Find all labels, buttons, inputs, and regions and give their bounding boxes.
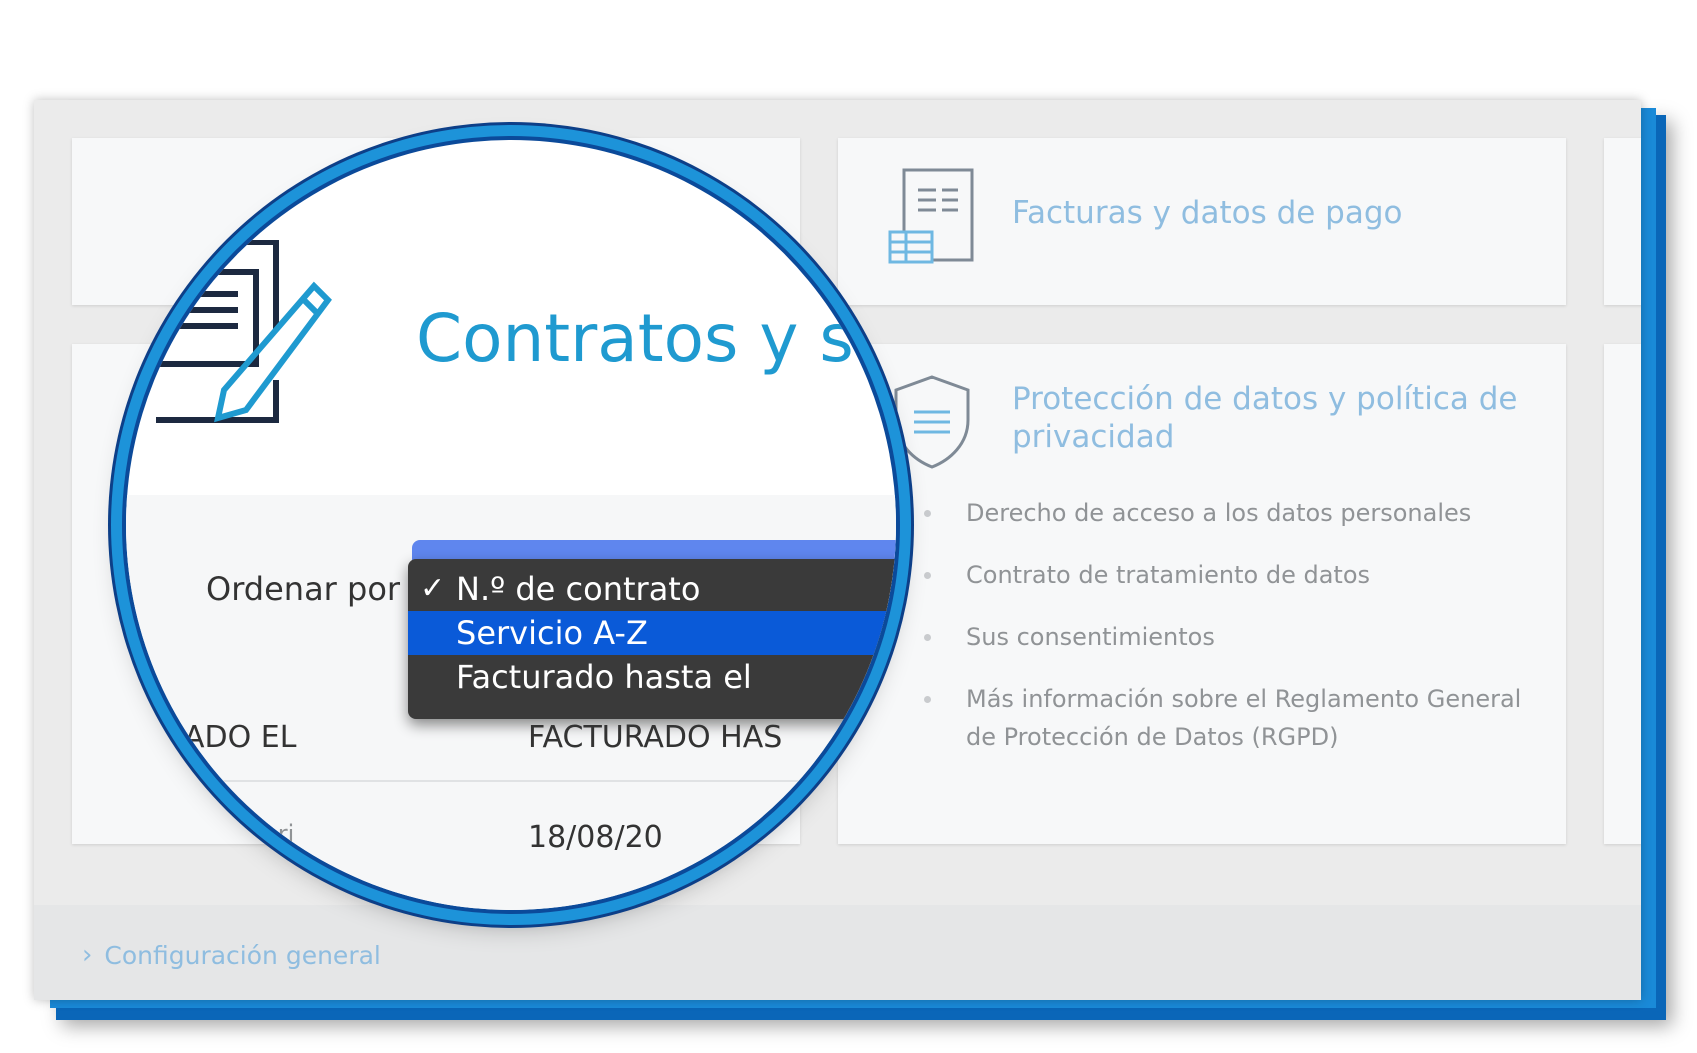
column-header-billed-until[interactable]: FACTURADO HAS (528, 720, 782, 755)
bullet-icon (924, 572, 931, 579)
document-pen-icon (146, 239, 336, 434)
table-divider (126, 780, 896, 782)
partial-card-top (1604, 138, 1641, 305)
row-billed-date: 18/08/20 (528, 820, 663, 855)
privacy-item-consents[interactable]: Sus consentimientos (924, 618, 1524, 656)
sort-option-service-az[interactable]: Servicio A-Z (408, 611, 896, 655)
bullet-icon (924, 696, 931, 703)
settings-panel: Facturas y datos de pago Protección de d… (34, 100, 1641, 1000)
privacy-link-list: Derecho de acceso a los datos personales… (924, 494, 1524, 780)
sort-label: Ordenar por (206, 570, 401, 608)
privacy-title[interactable]: Protección de datos y política de privac… (1012, 380, 1532, 456)
bullet-icon (924, 510, 931, 517)
bullet-icon (924, 634, 931, 641)
invoices-title[interactable]: Facturas y datos de pago (1012, 194, 1403, 232)
sort-dropdown-menu: ✓ N.º de contrato Servicio A-Z Facturado… (408, 559, 896, 719)
shield-icon (892, 374, 972, 474)
column-header-activated[interactable]: ADO EL (184, 720, 296, 755)
checkmark-icon: ✓ (420, 571, 446, 606)
privacy-item-access[interactable]: Derecho de acceso a los datos personales (924, 494, 1524, 532)
lens-content: Contratos y sus Ordenar por ✓ N.º de con… (126, 140, 896, 910)
privacy-item-contract[interactable]: Contrato de tratamiento de datos (924, 556, 1524, 594)
chevron-right-icon: › (82, 940, 93, 970)
privacy-card: Protección de datos y política de privac… (838, 344, 1566, 844)
invoices-card[interactable]: Facturas y datos de pago (838, 138, 1566, 305)
magnifier-lens: Contratos y sus Ordenar por ✓ N.º de con… (126, 140, 896, 910)
row-label[interactable]: Autori (222, 820, 294, 848)
config-general-label: Configuración general (104, 940, 381, 970)
sort-option-billed-until[interactable]: Facturado hasta el (408, 655, 896, 699)
privacy-item-gdpr[interactable]: Más información sobre el Reglamento Gene… (924, 680, 1524, 756)
config-general-link[interactable]: › Configuración general (82, 940, 381, 970)
bullet-icon (186, 832, 193, 839)
sort-option-contract-number[interactable]: ✓ N.º de contrato (408, 567, 896, 611)
screenshot-stage: Facturas y datos de pago Protección de d… (0, 0, 1697, 1053)
contracts-title[interactable]: Contratos y sus (416, 300, 896, 377)
partial-card-bottom (1604, 344, 1641, 844)
invoice-icon (888, 168, 978, 268)
